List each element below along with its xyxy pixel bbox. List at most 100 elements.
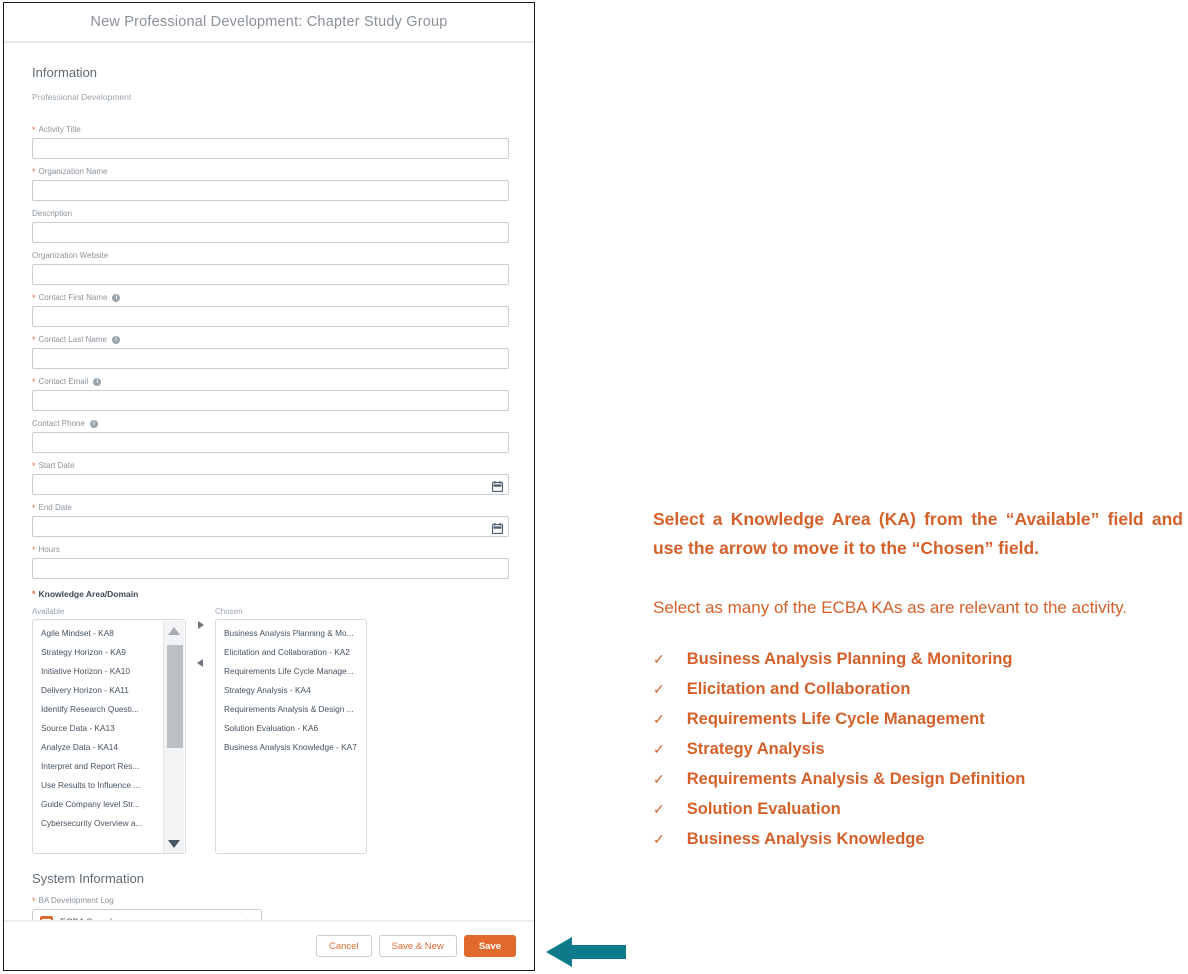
- field-label-text: Contact First Name: [38, 293, 108, 302]
- available-column: Available Agile Mindset - KA8 Strategy Ho…: [32, 607, 186, 854]
- checkmark-icon: ✓: [653, 711, 665, 727]
- field-label: Description: [32, 208, 510, 219]
- form-field: * Contact Last Name i: [32, 334, 510, 369]
- field-label-text: Organization Name: [38, 167, 108, 176]
- available-list-item[interactable]: Initiative Horizon - KA10: [33, 661, 162, 680]
- required-asterisk: *: [32, 589, 36, 599]
- ka-checklist-item-label: Solution Evaluation: [686, 800, 841, 818]
- available-list-item[interactable]: Delivery Horizon - KA11: [33, 680, 162, 699]
- ka-checklist-item: ✓ Requirements Life Cycle Management: [653, 704, 1183, 734]
- chosen-list-item[interactable]: Requirements Analysis & Design ...: [216, 699, 366, 718]
- available-list-item[interactable]: Source Data - KA13: [33, 718, 162, 737]
- calendar-icon[interactable]: [491, 521, 504, 535]
- chosen-list-item[interactable]: Business Analysis Knowledge - KA7: [216, 737, 366, 756]
- record-icon: [40, 915, 53, 920]
- annotation-panel: Select a Knowledge Area (KA) from the “A…: [653, 505, 1183, 854]
- input-wrapper: [32, 390, 509, 411]
- ka-checklist-item-label: Requirements Analysis & Design Definitio…: [686, 770, 1026, 788]
- ba-development-log-value: ECBA Sample: [60, 917, 237, 920]
- information-section-heading: Information: [32, 65, 98, 80]
- ka-checklist-item-label: Business Analysis Planning & Monitoring: [686, 650, 1013, 668]
- transfer-controls: [192, 621, 212, 683]
- field-label-text: Activity Title: [38, 125, 81, 134]
- knowledge-area-label: * Knowledge Area/Domain: [32, 589, 510, 599]
- input-wrapper: [32, 474, 509, 495]
- scroll-up-icon[interactable]: [168, 627, 180, 635]
- text-input[interactable]: [32, 432, 509, 453]
- input-wrapper: [32, 516, 509, 537]
- text-input[interactable]: [32, 180, 509, 201]
- form-field: * End Date: [32, 502, 510, 537]
- cancel-button[interactable]: Cancel: [315, 935, 372, 957]
- checkmark-icon: ✓: [653, 741, 665, 757]
- input-wrapper: [32, 264, 509, 285]
- chosen-list-item[interactable]: Business Analysis Planning & Mo...: [216, 623, 366, 642]
- form-field: Organization Website: [32, 250, 510, 285]
- save-button[interactable]: Save: [463, 935, 516, 957]
- ka-checklist-item-label: Business Analysis Knowledge: [686, 830, 925, 848]
- triangle-left-icon[interactable]: [197, 659, 203, 667]
- required-asterisk: *: [32, 544, 36, 555]
- chosen-list-item[interactable]: Elicitation and Collaboration - KA2: [216, 642, 366, 661]
- field-label: Contact Phone i: [32, 418, 510, 429]
- available-list-item[interactable]: Cybersecurity Overview a...: [33, 813, 162, 832]
- modal-header: New Professional Development: Chapter St…: [4, 3, 534, 43]
- chosen-list-item[interactable]: Requirements Life Cycle Manage...: [216, 661, 366, 680]
- available-list-item[interactable]: Use Results to Influence ...: [33, 775, 162, 794]
- save-and-new-button[interactable]: Save & New: [378, 935, 457, 957]
- chosen-list-item[interactable]: Strategy Analysis - KA4: [216, 680, 366, 699]
- available-list-item[interactable]: Strategy Horizon - KA9: [33, 642, 162, 661]
- available-list-item[interactable]: Identify Research Questi...: [33, 699, 162, 718]
- available-list-item[interactable]: Guide Company level Str...: [33, 794, 162, 813]
- form-field: Contact Phone i: [32, 418, 510, 453]
- checkmark-icon: ✓: [653, 831, 665, 847]
- triangle-right-icon[interactable]: [198, 621, 204, 629]
- page-title: New Professional Development: Chapter St…: [90, 14, 448, 30]
- info-icon[interactable]: i: [112, 335, 120, 344]
- info-icon[interactable]: i: [112, 293, 121, 302]
- field-label-text: Contact Email: [38, 377, 89, 386]
- knowledge-area-label-text: Knowledge Area/Domain: [38, 589, 139, 599]
- text-input[interactable]: [32, 138, 509, 159]
- ba-development-log-field[interactable]: ECBA Sample ×: [32, 909, 262, 920]
- calendar-icon[interactable]: [491, 479, 504, 493]
- ka-checklist-item: ✓ Strategy Analysis: [653, 734, 1183, 764]
- available-list-item[interactable]: Interpret and Report Res...: [33, 756, 162, 775]
- scroll-down-icon[interactable]: [168, 840, 180, 848]
- input-wrapper: [32, 306, 509, 327]
- field-label: * Hours: [32, 544, 510, 555]
- chosen-list-item[interactable]: Solution Evaluation - KA6: [216, 718, 366, 737]
- ka-checklist-item: ✓ Solution Evaluation: [653, 794, 1183, 824]
- text-input[interactable]: [32, 348, 509, 369]
- form-field: * Contact Email i: [32, 376, 510, 411]
- available-scrollbar[interactable]: [163, 621, 184, 853]
- text-input[interactable]: [32, 516, 509, 537]
- ka-checklist-item: ✓ Requirements Analysis & Design Definiti…: [653, 764, 1183, 794]
- scrollbar-thumb[interactable]: [167, 645, 183, 748]
- available-list-item[interactable]: Analyze Data - KA14: [33, 737, 162, 756]
- info-icon[interactable]: i: [89, 419, 98, 428]
- chosen-listbox[interactable]: Business Analysis Planning & Mo... Elicit…: [215, 619, 367, 854]
- text-input[interactable]: [32, 306, 509, 327]
- form-field: Description: [32, 208, 510, 243]
- checkmark-icon: ✓: [653, 801, 665, 817]
- form-field: * Start Date: [32, 460, 510, 495]
- ka-checklist-item-label: Elicitation and Collaboration: [686, 680, 911, 698]
- text-input[interactable]: [32, 264, 509, 285]
- dual-listbox: Available Agile Mindset - KA8 Strategy Ho…: [32, 607, 510, 857]
- form-field: * Organization Name: [32, 166, 510, 201]
- form-fields: * Activity Title * Organization Name Descrip…: [32, 124, 510, 579]
- text-input[interactable]: [32, 390, 509, 411]
- field-label: * Contact Last Name i: [32, 334, 510, 345]
- info-icon[interactable]: i: [93, 377, 102, 386]
- available-list: Agile Mindset - KA8 Strategy Horizon - KA…: [33, 620, 162, 832]
- text-input[interactable]: [32, 474, 509, 495]
- required-asterisk: *: [32, 334, 36, 345]
- text-input[interactable]: [32, 222, 509, 243]
- modal-body: Information Professional Development * Ac…: [4, 43, 534, 920]
- close-icon[interactable]: ×: [244, 917, 254, 921]
- input-wrapper: [32, 348, 509, 369]
- available-listbox[interactable]: Agile Mindset - KA8 Strategy Horizon - KA…: [32, 619, 186, 854]
- available-list-item[interactable]: Agile Mindset - KA8: [33, 623, 162, 642]
- text-input[interactable]: [32, 558, 509, 579]
